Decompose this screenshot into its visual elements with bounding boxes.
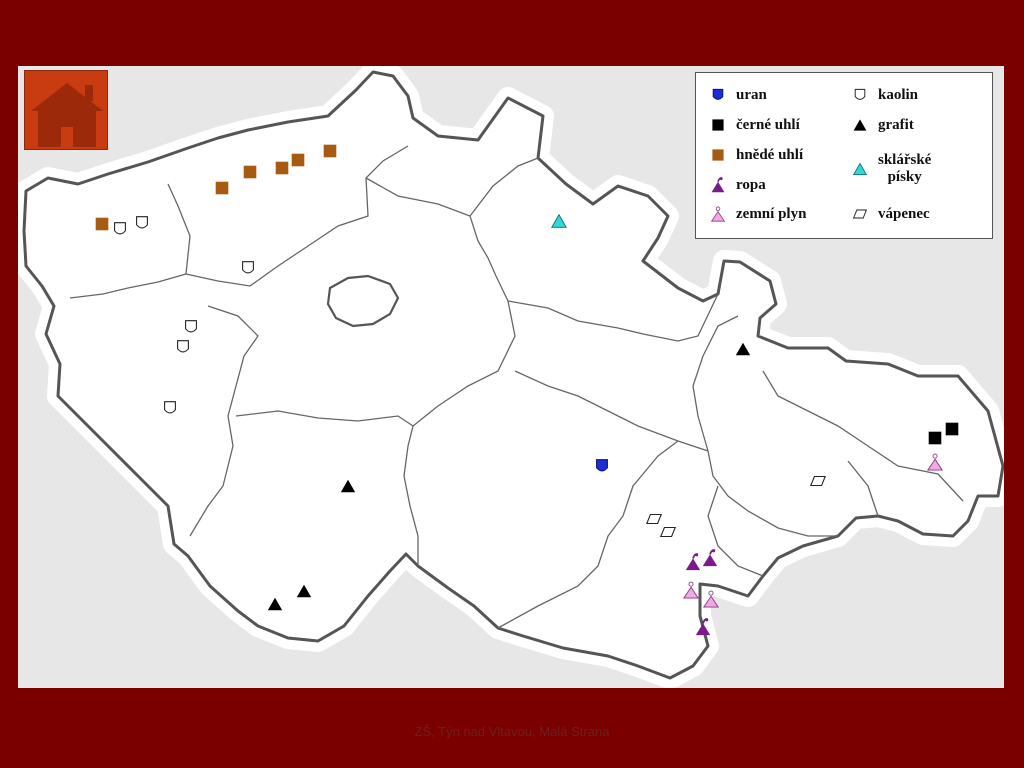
map-marker-white-shield <box>185 320 197 333</box>
map-marker-brown-square <box>275 161 289 175</box>
legend-item-ropa: ropa <box>710 173 766 197</box>
legend-item-kaolin: kaolin <box>852 83 918 107</box>
map-marker-white-shield <box>136 216 148 229</box>
map-marker-brown-square <box>215 181 229 195</box>
legend-item-sklarske-pisky: sklářské písky <box>852 152 931 185</box>
map-marker-white-shield <box>242 261 254 274</box>
legend-label: grafit <box>878 116 914 133</box>
map-marker-brown-square <box>95 217 109 231</box>
legend-label: hnědé uhlí <box>736 146 804 163</box>
home-icon <box>31 83 103 147</box>
map-marker-brown-square <box>323 144 337 158</box>
legend-label: sklářské písky <box>878 152 932 185</box>
map-marker-black-square <box>928 431 942 445</box>
legend-item-zemni-plyn: zemní plyn <box>710 202 806 226</box>
legend-label: ropa <box>736 176 766 193</box>
footer-caption: ZŠ, Týn nad Vltavou, Malá Strana <box>414 724 610 739</box>
legend-label: černé uhlí <box>736 116 800 133</box>
map-marker-white-shield <box>114 222 126 235</box>
cyan-triangle-icon <box>852 162 868 175</box>
legend: uran kaolin černé uhlí grafit hnědé uhlí sklá… <box>695 72 993 239</box>
brown-square-icon <box>712 149 724 161</box>
home-button[interactable] <box>24 70 108 150</box>
map-marker-white-shield <box>177 340 189 353</box>
map-marker-black-square <box>945 422 959 436</box>
legend-item-hnede-uhli: hnědé uhlí <box>710 143 803 167</box>
legend-item-cerne-uhli: černé uhlí <box>710 113 800 137</box>
legend-label: zemní plyn <box>736 205 807 222</box>
purple-drop-triangle-icon <box>711 177 725 193</box>
parallelogram-icon <box>852 209 868 219</box>
legend-item-grafit: grafit <box>852 113 914 137</box>
legend-item-vapenec: vápenec <box>852 202 930 226</box>
map-area: uran kaolin černé uhlí grafit hnědé uhlí sklá… <box>18 66 1004 688</box>
map-marker-brown-square <box>243 165 257 179</box>
black-square-icon <box>712 119 724 131</box>
black-triangle-icon <box>853 119 867 131</box>
white-shield-icon <box>854 88 866 100</box>
blue-shield-icon <box>712 88 724 100</box>
legend-label: vápenec <box>878 205 930 222</box>
legend-label: uran <box>736 86 767 103</box>
pink-drop-triangle-icon <box>710 206 726 222</box>
map-marker-blue-shield <box>596 459 608 472</box>
legend-item-uran: uran <box>710 83 767 107</box>
map-marker-white-shield <box>164 401 176 414</box>
map-marker-brown-square <box>291 153 305 167</box>
legend-label: kaolin <box>878 86 919 103</box>
